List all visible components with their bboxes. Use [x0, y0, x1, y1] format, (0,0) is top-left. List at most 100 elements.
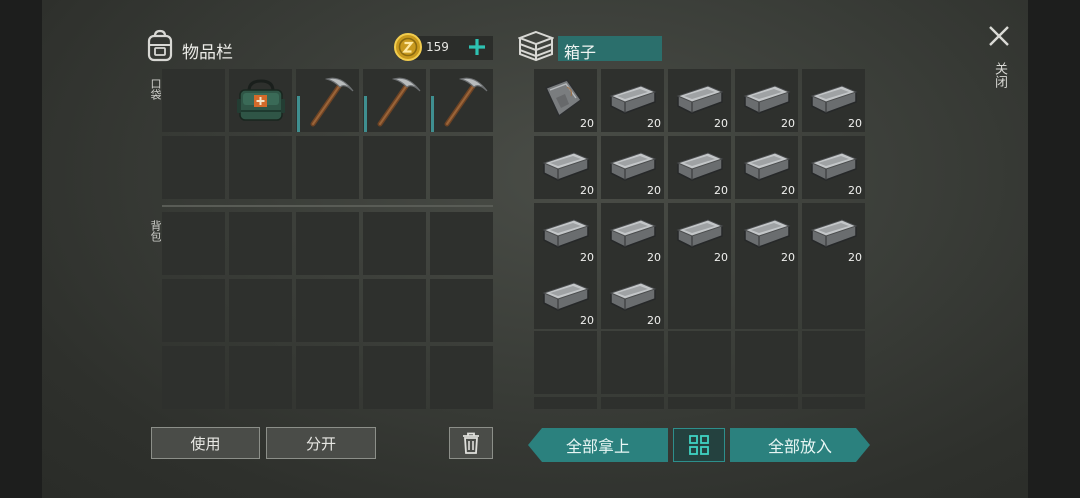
- pocket-slot-2[interactable]: [229, 69, 292, 132]
- pocket-slot-10[interactable]: [430, 136, 493, 199]
- chest-slot-1[interactable]: 20: [534, 69, 597, 132]
- use-button[interactable]: 使用: [151, 427, 260, 459]
- iron-ingot-icon: [676, 85, 724, 114]
- backpack-slot[interactable]: [363, 279, 426, 342]
- chest-slot-30[interactable]: [802, 397, 865, 409]
- chest-slot-7[interactable]: 20: [601, 136, 664, 199]
- chest-slot-18[interactable]: [668, 266, 731, 329]
- chest-slot-24[interactable]: [735, 331, 798, 394]
- backpack-slot[interactable]: [430, 279, 493, 342]
- take-all-label: 全部拿上: [565, 437, 630, 456]
- chest-slot-20[interactable]: [802, 266, 865, 329]
- iron-ingot-icon: [542, 219, 590, 248]
- pickaxe-icon: [310, 77, 354, 127]
- item-quantity: 20: [580, 314, 594, 327]
- take-all-button[interactable]: 全部拿上: [528, 428, 668, 462]
- item-quantity: 20: [848, 117, 862, 130]
- backpack-slot[interactable]: [296, 346, 359, 409]
- screen-edge-left: [0, 0, 42, 498]
- chest-slot-28[interactable]: [668, 397, 731, 409]
- item-quantity: 20: [580, 117, 594, 130]
- coin-icon: [394, 33, 422, 61]
- chest-slot-29[interactable]: [735, 397, 798, 409]
- trash-button[interactable]: [449, 427, 493, 459]
- item-quantity: 20: [714, 117, 728, 130]
- chest-slot-9[interactable]: 20: [735, 136, 798, 199]
- chest-slot-6[interactable]: 20: [534, 136, 597, 199]
- pocket-slot-1[interactable]: [162, 69, 225, 132]
- item-quantity: 20: [647, 184, 661, 197]
- trash-icon: [463, 432, 479, 454]
- put-all-label: 全部放入: [767, 437, 832, 456]
- pocket-slot-6[interactable]: [162, 136, 225, 199]
- pickaxe-icon: [377, 77, 421, 127]
- section-divider: [162, 205, 493, 207]
- chest-slot-10[interactable]: 20: [802, 136, 865, 199]
- iron-ingot-icon: [609, 152, 657, 181]
- item-quantity: 20: [714, 184, 728, 197]
- chest-slot-25[interactable]: [802, 331, 865, 394]
- chest-box-icon: [518, 30, 554, 62]
- screen-edge-right: [1028, 0, 1080, 498]
- iron-ingot-icon: [609, 282, 657, 311]
- chest-slot-19[interactable]: [735, 266, 798, 329]
- pocket-slot-4[interactable]: [363, 69, 426, 132]
- chest-name-field[interactable]: 箱子: [558, 36, 662, 62]
- backpack-slot[interactable]: [296, 212, 359, 275]
- iron-ingot-icon: [542, 152, 590, 181]
- backpack-slot[interactable]: [162, 279, 225, 342]
- chest-slot-22[interactable]: [601, 331, 664, 394]
- chest-slot-26[interactable]: [534, 397, 597, 409]
- iron-ingot-icon: [810, 85, 858, 114]
- chest-slot-11[interactable]: 20: [534, 203, 597, 266]
- close-label[interactable]: 关闭: [990, 62, 1009, 88]
- add-coins-plus-icon[interactable]: [467, 37, 487, 57]
- pocket-slot-8[interactable]: [296, 136, 359, 199]
- assigned-marker: [431, 96, 434, 132]
- iron-ingot-icon: [810, 152, 858, 181]
- backpack-label: 背包: [149, 220, 162, 242]
- item-quantity: 20: [848, 184, 862, 197]
- backpack-slot[interactable]: [363, 346, 426, 409]
- backpack-slot[interactable]: [296, 279, 359, 342]
- backpack-slot[interactable]: [363, 212, 426, 275]
- backpack-slot[interactable]: [229, 346, 292, 409]
- backpack-slot[interactable]: [162, 212, 225, 275]
- chest-slot-4[interactable]: 20: [735, 69, 798, 132]
- chest-slot-15[interactable]: 20: [802, 203, 865, 266]
- pocket-slot-3[interactable]: [296, 69, 359, 132]
- chest-slot-3[interactable]: 20: [668, 69, 731, 132]
- backpack-slot[interactable]: [229, 212, 292, 275]
- chest-slot-8[interactable]: 20: [668, 136, 731, 199]
- chest-slot-14[interactable]: 20: [735, 203, 798, 266]
- backpack-slot[interactable]: [229, 279, 292, 342]
- pocket-slot-9[interactable]: [363, 136, 426, 199]
- coin-count: 159: [426, 40, 449, 54]
- inventory-title: 物品栏: [182, 43, 233, 63]
- chest-slot-21[interactable]: [534, 331, 597, 394]
- backpack-slot[interactable]: [430, 346, 493, 409]
- chest-slot-13[interactable]: 20: [668, 203, 731, 266]
- put-all-button[interactable]: 全部放入: [730, 428, 870, 462]
- pocket-slot-5[interactable]: [430, 69, 493, 132]
- chest-slot-16[interactable]: 20: [534, 266, 597, 329]
- split-button[interactable]: 分开: [266, 427, 376, 459]
- chest-title: 箱子: [564, 43, 597, 62]
- chest-slot-5[interactable]: 20: [802, 69, 865, 132]
- chest-slot-23[interactable]: [668, 331, 731, 394]
- sort-button[interactable]: [673, 428, 725, 462]
- iron-ingot-icon: [542, 282, 590, 311]
- iron-ingot-icon: [676, 152, 724, 181]
- item-quantity: 20: [647, 314, 661, 327]
- chest-slot-2[interactable]: 20: [601, 69, 664, 132]
- item-quantity: 20: [714, 251, 728, 264]
- chest-slot-27[interactable]: [601, 397, 664, 409]
- backpack-slot[interactable]: [430, 212, 493, 275]
- pickaxe-icon: [444, 77, 488, 127]
- backpack-slot[interactable]: [162, 346, 225, 409]
- pocket-slot-7[interactable]: [229, 136, 292, 199]
- item-quantity: 20: [848, 251, 862, 264]
- chest-slot-12[interactable]: 20: [601, 203, 664, 266]
- chest-slot-17[interactable]: 20: [601, 266, 664, 329]
- close-icon[interactable]: [988, 25, 1010, 47]
